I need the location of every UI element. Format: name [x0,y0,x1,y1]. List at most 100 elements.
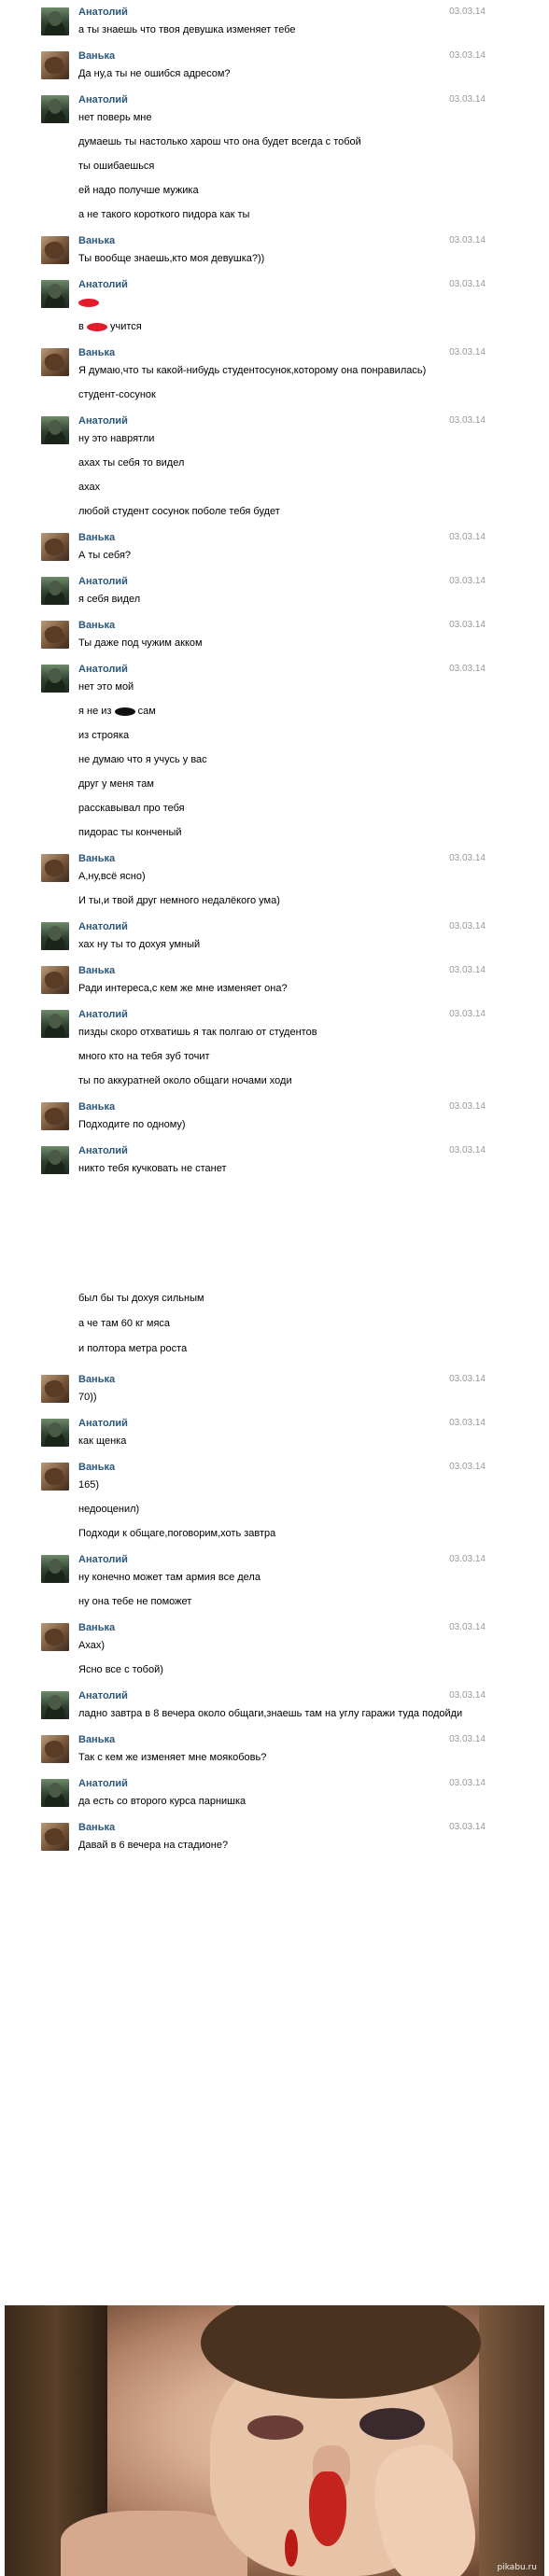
chat-message: Ванька 03.03.14 Ахах) Ясно все с тобой) [0,1616,549,1684]
chat-message: Анатолий 03.03.14 а ты знаешь что твоя дев… [0,0,549,44]
author-name-link[interactable]: Анатолий [78,1145,484,1156]
author-name-link[interactable]: Ванька [78,1374,484,1385]
avatar[interactable] [41,1735,69,1763]
avatar[interactable] [41,1555,69,1583]
author-name-link[interactable]: Ванька [78,1622,484,1633]
message-text: Давай в 6 вечера на стадионе? [78,1840,229,1851]
message-text: а ты знаешь что твоя девушка изменяет те… [78,24,296,35]
author-name-link[interactable]: Анатолий [78,921,484,932]
message-date: 03.03.14 [449,279,486,289]
avatar[interactable] [41,1102,69,1130]
avatar[interactable] [41,854,69,882]
author-name-link[interactable]: Ванька [78,1822,484,1833]
message-text: из строяка [78,730,130,741]
photo-injured-face: pikabu.ru [5,2305,544,2576]
avatar[interactable] [41,966,69,994]
avatar[interactable] [41,1010,69,1038]
avatar[interactable] [41,1823,69,1851]
author-name-link[interactable]: Анатолий [78,1009,484,1020]
avatar[interactable] [41,1146,69,1174]
author-name-link[interactable]: Ванька [78,965,484,976]
author-name-link[interactable]: Анатолий [78,279,484,290]
avatar[interactable] [41,7,69,35]
message-text: я не из сам [78,706,156,717]
author-name-link[interactable]: Анатолий [78,1778,484,1789]
message-text: ну она тебе не поможет [78,1596,192,1607]
avatar[interactable] [41,1691,69,1719]
message-text: расскавывал про тебя [78,803,185,814]
avatar[interactable] [41,922,69,950]
avatar[interactable] [41,1375,69,1403]
chat-message: Анатолий 03.03.14 никто тебя кучковать не … [0,1139,549,1183]
redaction-mark [78,298,99,307]
chat-message: Анатолий 03.03.14 я себя видел [0,569,549,613]
author-name-link[interactable]: Ванька [78,1734,484,1745]
avatar[interactable] [41,621,69,649]
message-text: Так с кем же изменяет мне моякобовь? [78,1752,267,1763]
redaction-mark [114,707,135,716]
message-date: 03.03.14 [449,50,486,61]
chat-log-top: Анатолий 03.03.14 а ты знаешь что твоя дев… [0,0,549,1198]
watermark: pikabu.ru [497,2563,537,2572]
message-text: Подходи к общаге,поговорим,хоть завтра [78,1528,276,1539]
message-text: ты по аккуратней около общаги ночами ход… [78,1075,292,1086]
avatar[interactable] [41,1623,69,1651]
avatar[interactable] [41,416,69,444]
message-text: я себя видел [78,594,141,605]
author-name-link[interactable]: Анатолий [78,576,484,587]
message-text: Ясно все с тобой) [78,1664,163,1675]
author-name-link[interactable]: Ванька [78,620,484,631]
avatar[interactable] [41,348,69,376]
author-name-link[interactable]: Ванька [78,347,484,358]
author-name-link[interactable]: Анатолий [78,7,484,18]
author-name-link[interactable]: Ванька [78,235,484,246]
message-text: любой студент сосунок поболе тебя будет [78,506,280,517]
chat-message: Ванька 03.03.14 Да ну,а ты не ошибся адрес… [0,44,549,88]
message-text: пизды скоро отхватишь я так полгаю от ст… [78,1027,317,1038]
chat-message: Анатолий 03.03.14 как щенка [0,1411,549,1455]
message-continuation: был бы ты дохуя сильным а че там 60 кг мя… [0,1292,549,1355]
author-name-link[interactable]: Анатолий [78,1690,484,1701]
chat-message: Анатолий 03.03.14 нет это мой я не из сам из… [0,657,549,847]
message-text: А,ну,всё ясно) [78,871,146,882]
message-text: не думаю что я учусь у вас [78,754,207,765]
author-name-link[interactable]: Анатолий [78,1418,484,1429]
author-name-link[interactable]: Анатолий [78,415,484,427]
author-name-link[interactable]: Анатолий [78,1554,484,1565]
message-text: А ты себя? [78,550,132,561]
avatar[interactable] [41,665,69,693]
message-text: нет это мой [78,681,134,693]
avatar[interactable] [41,236,69,264]
message-text: хах ну ты то дохуя умный [78,939,201,950]
divider-gap [0,1198,549,1292]
author-name-link[interactable]: Ванька [78,532,484,543]
chat-message: Ванька 03.03.14 Давай в 6 вечера на стадио… [0,1815,549,1859]
avatar[interactable] [41,577,69,605]
chat-message: Анатолий 03.03.14 в учится [0,273,549,341]
author-name-link[interactable]: Ванька [78,50,484,62]
avatar[interactable] [41,533,69,561]
avatar[interactable] [41,95,69,123]
avatar[interactable] [41,1779,69,1807]
avatar[interactable] [41,51,69,79]
message-text [78,296,484,309]
message-text: ты ошибаешься [78,161,155,172]
message-text: ей надо получше мужика [78,185,199,196]
message-text: студент-сосунок [78,389,156,400]
avatar[interactable] [41,1419,69,1447]
author-name-link[interactable]: Ванька [78,1101,484,1113]
author-name-link[interactable]: Ванька [78,1462,484,1473]
author-name-link[interactable]: Анатолий [78,94,484,105]
message-date: 03.03.14 [449,1778,486,1788]
message-date: 03.03.14 [449,1734,486,1744]
avatar[interactable] [41,280,69,308]
message-text: И ты,и твой друг немного недалёкого ума) [78,895,280,906]
chat-message: Анатолий 03.03.14 ну это наврятли ахах ты с… [0,409,549,525]
message-text: ладно завтра в 8 вечера около общаги,зна… [78,1708,463,1719]
avatar[interactable] [41,1463,69,1491]
message-text: да есть со второго курса парнишка [78,1796,246,1807]
author-name-link[interactable]: Анатолий [78,664,484,675]
author-name-link[interactable]: Ванька [78,853,484,864]
message-text: никто тебя кучковать не станет [78,1163,227,1174]
message-text: пидорас ты конченый [78,827,182,838]
